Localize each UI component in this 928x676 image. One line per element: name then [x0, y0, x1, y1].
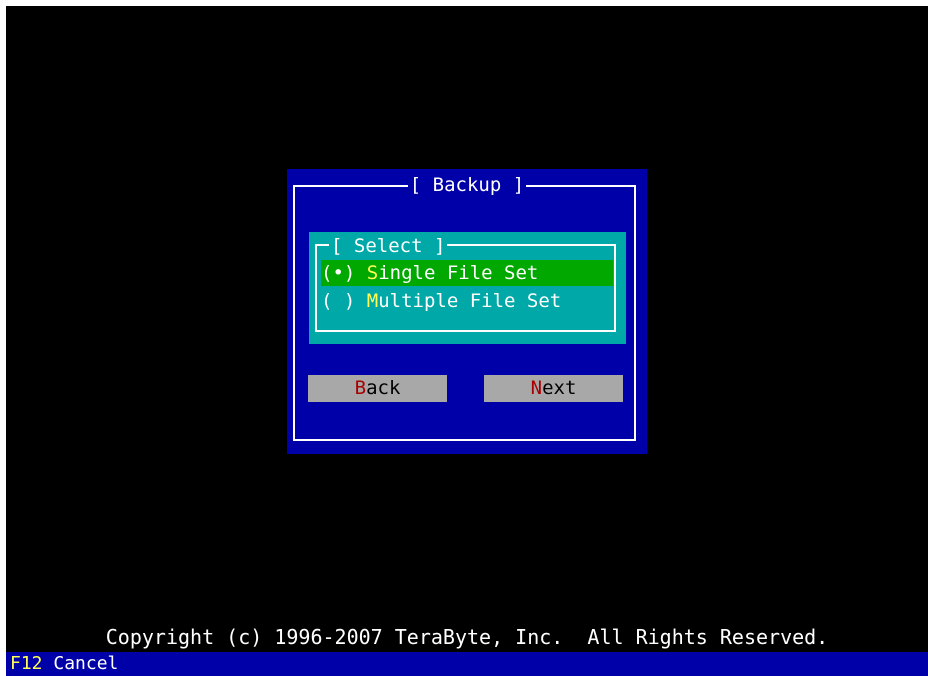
- back-button-hotkey: B: [354, 377, 367, 399]
- select-group-title: [ Select ]: [329, 234, 448, 258]
- radio-marker: ( ): [321, 290, 367, 312]
- copyright-text: Copyright (c) 1996-2007 TeraByte, Inc. A…: [105, 625, 829, 649]
- status-bar: F12 Cancel: [6, 652, 928, 676]
- select-group: [ Select ] (•) Single File Set ( ) Multi…: [309, 232, 626, 344]
- radio-label: ingle File Set: [378, 262, 539, 284]
- radio-label: ultiple File Set: [378, 290, 562, 312]
- backup-dialog: [ Backup ] [ Select ] (•) Single File Se…: [287, 169, 647, 454]
- dialog-title-text: [ Backup ]: [407, 174, 527, 196]
- next-button[interactable]: Next: [484, 375, 623, 402]
- radio-hotkey: M: [366, 290, 379, 312]
- console-screen: [ Backup ] [ Select ] (•) Single File Se…: [6, 6, 928, 676]
- radio-hotkey: S: [366, 262, 379, 284]
- back-button-label: ack: [366, 377, 401, 399]
- dialog-title: [ Backup ]: [287, 173, 647, 197]
- cancel-label[interactable]: Cancel: [43, 653, 118, 674]
- radio-multiple-file-set[interactable]: ( ) Multiple File Set: [321, 288, 613, 314]
- cancel-key[interactable]: F12: [10, 653, 43, 674]
- radio-single-file-set[interactable]: (•) Single File Set: [321, 260, 613, 286]
- back-button[interactable]: Back: [308, 375, 447, 402]
- radio-marker: (•): [321, 262, 367, 284]
- next-button-label: ext: [542, 377, 577, 399]
- next-button-hotkey: N: [530, 377, 543, 399]
